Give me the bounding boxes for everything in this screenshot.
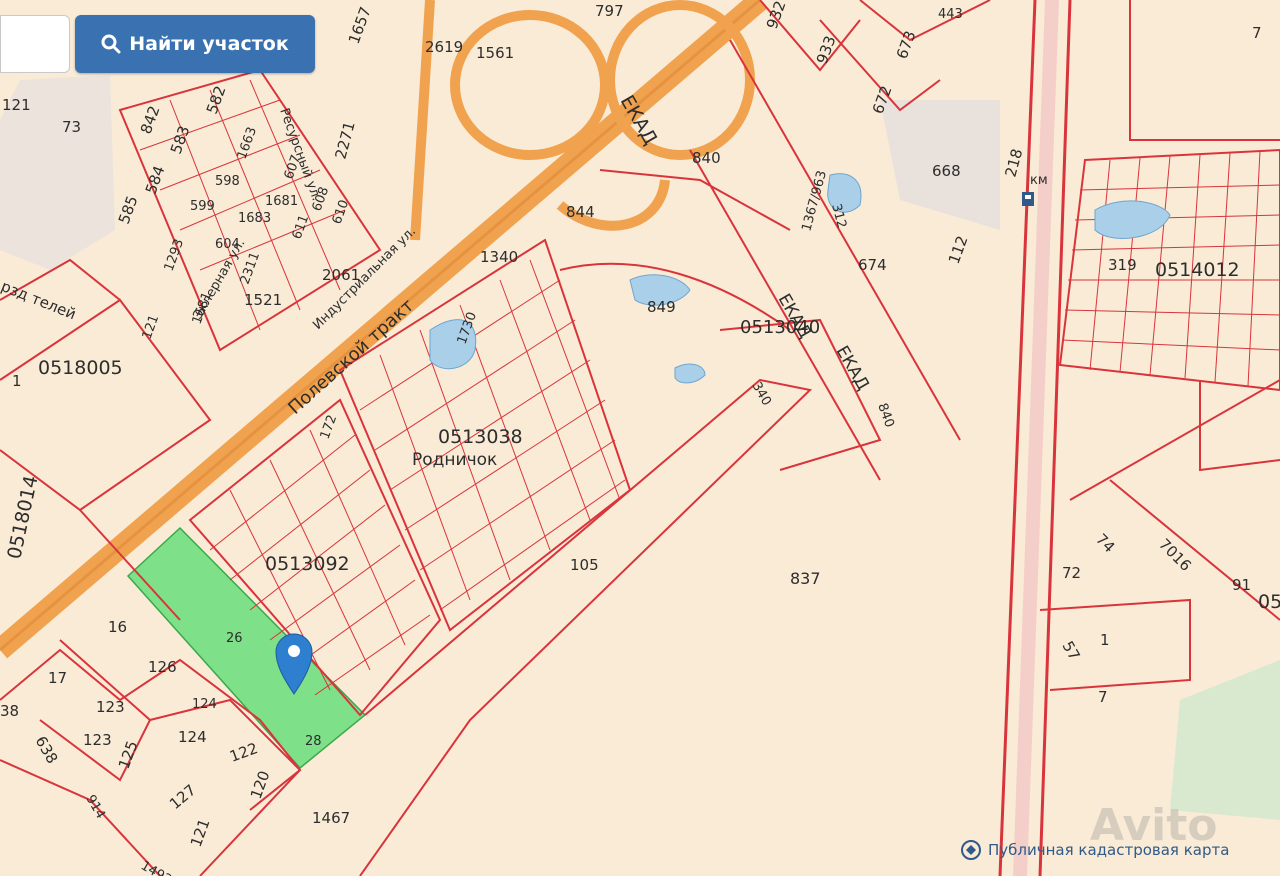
cadastral-map-logo-icon [961,840,981,860]
search-input[interactable] [0,15,70,73]
parcel-label: 124 [178,728,207,746]
parcel-label: 28 [305,734,322,749]
parcel-label: 17 [48,669,67,687]
parcel-label: 1561 [476,44,514,62]
parcel-label: 1467 [312,809,350,827]
parcel-label: 668 [932,162,961,180]
parcel-label: 674 [858,256,887,274]
parcel-label: 72 [1062,564,1081,582]
find-parcel-button-label: Найти участок [129,33,289,55]
parcel-label: 797 [595,2,624,20]
map-source-label: Публичная кадастровая карта [988,841,1230,859]
parcel-label: 124 [192,697,217,712]
find-parcel-button[interactable]: Найти участок [75,15,315,73]
parcel-label: 73 [62,118,81,136]
parcel-label: 1 [1100,631,1110,649]
cadastral-map[interactable]: 797 443 7 1657 2619 1561 932 933 673 672… [0,0,1280,876]
parcel-label: 16 [108,618,127,636]
parcel-label: 121 [2,96,31,114]
parcel-label: 123 [83,731,112,749]
parcel-label: 2619 [425,38,463,56]
parcel-label: 1340 [480,248,518,266]
parcel-label: 105 [570,556,599,574]
search-icon [101,34,121,54]
parcel-label: 7 [1252,24,1262,42]
parcel-label: 840 [692,149,721,167]
map-source-footer[interactable]: Публичная кадастровая карта [960,828,1280,872]
parcel-label: 1521 [244,291,282,309]
quarter-number: 05 [1258,591,1280,613]
parcel-label: 1681 [265,194,298,209]
parcel-label: 837 [790,569,821,588]
parcel-label: 126 [148,658,177,676]
parcel-label: 1 [12,372,22,390]
parcel-label: 7 [1098,688,1108,706]
railway-km-label: км [1030,173,1048,188]
quarter-number: 0513092 [265,553,350,575]
parcel-label: 844 [566,203,595,221]
railway-station-icon [1022,192,1034,206]
parcel-label: 91 [1232,576,1251,594]
parcel-label: 443 [938,7,963,22]
parcel-label: 1683 [238,211,271,226]
quarter-number: 0514012 [1155,259,1240,281]
settlement-label: Родничок [412,450,497,470]
parcel-label: 38 [0,702,19,720]
parcel-label: 598 [215,174,240,189]
parcel-label: 123 [96,698,125,716]
parcel-label: 849 [647,298,676,316]
parcel-label: 26 [226,631,243,646]
quarter-number: 0518005 [38,357,123,379]
quarter-number: 0513038 [438,426,523,448]
parcel-label: 319 [1108,256,1137,274]
parcel-label: 599 [190,199,215,214]
